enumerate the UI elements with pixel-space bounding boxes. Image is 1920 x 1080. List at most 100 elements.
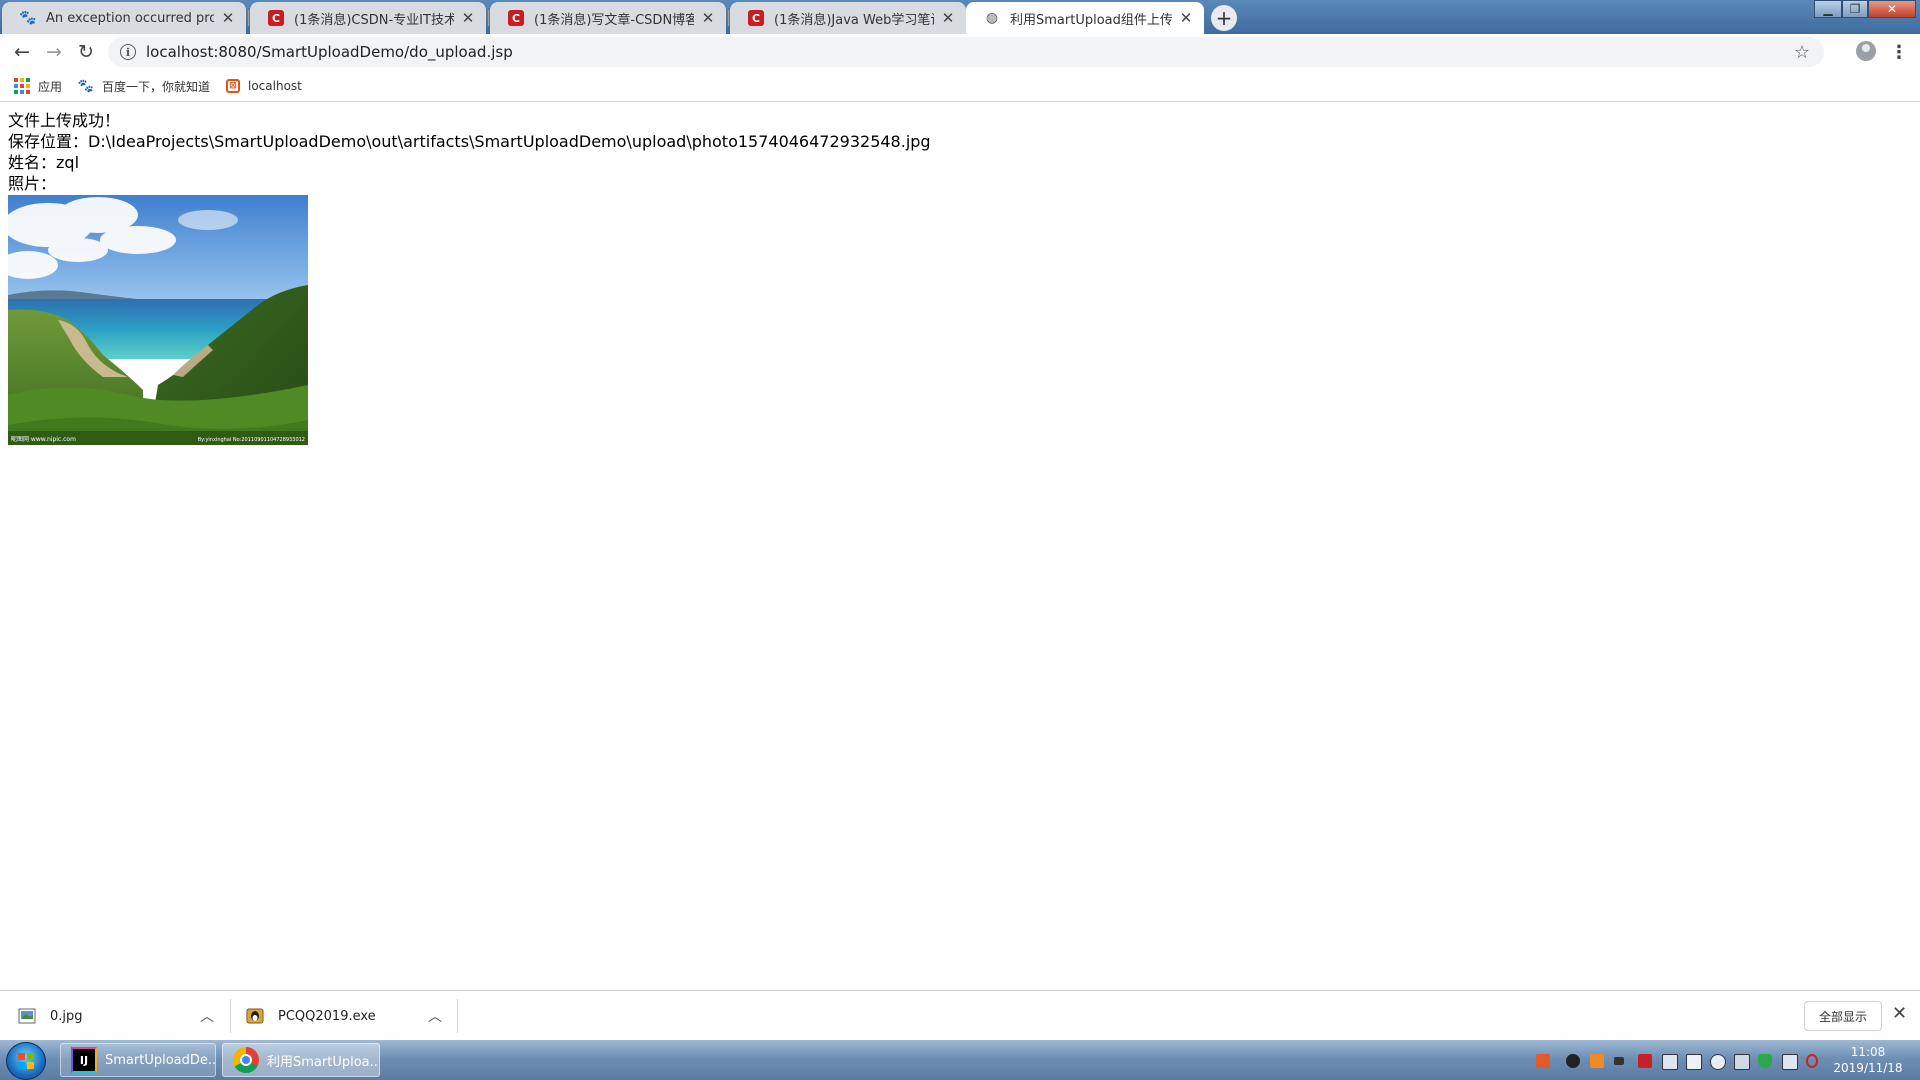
- bookmark-label: localhost: [248, 79, 302, 93]
- info-icon[interactable]: i: [120, 44, 136, 60]
- new-tab-button[interactable]: +: [1211, 5, 1237, 31]
- app-tray-icon[interactable]: [1590, 1054, 1604, 1068]
- show-all-downloads-button[interactable]: 全部显示: [1804, 1001, 1882, 1031]
- taskbar-item-intellij[interactable]: IJ SmartUploadDe...: [60, 1043, 216, 1077]
- page-content: 文件上传成功！ 保存位置：D:\IdeaProjects\SmartUpload…: [8, 110, 931, 194]
- bookmarks-bar: 应用 🐾 百度一下，你就知道 ⊠ localhost: [0, 70, 1920, 102]
- uploaded-photo: 昵图网 www.nipic.com By:yinxinghai No:20110…: [8, 195, 308, 445]
- bookmark-apps[interactable]: 应用: [14, 76, 62, 96]
- forward-button[interactable]: →: [42, 40, 66, 64]
- qq-tray-icon[interactable]: [1566, 1054, 1580, 1068]
- tab-smartupload[interactable]: ◍ 利用SmartUpload组件上传文件 ✕: [966, 2, 1204, 34]
- download-separator: [230, 999, 231, 1033]
- windows-logo-icon: [18, 1053, 34, 1069]
- taskbar-item-label: SmartUploadDe...: [105, 1052, 216, 1068]
- close-icon[interactable]: ✕: [700, 9, 716, 27]
- keyboard-tray-icon[interactable]: [1614, 1057, 1624, 1065]
- browser-toolbar: ← → ↻ i ☆ ⋮: [0, 34, 1920, 70]
- tab-separator: [728, 10, 729, 26]
- download-shelf: 0.jpg ︿ PCQQ2019.exe ︿ 全部显示 ✕: [0, 990, 1920, 1040]
- save-location-value: D:\IdeaProjects\SmartUploadDemo\out\arti…: [88, 132, 931, 151]
- reload-icon: ↻: [78, 41, 94, 63]
- localhost-icon: ⊠: [226, 79, 240, 93]
- baidu-paw-icon: 🐾: [77, 78, 95, 94]
- minimize-icon: ▁: [1823, 2, 1833, 16]
- tab-java-web-notes[interactable]: C (1条消息)Java Web学习笔记09 ✕: [730, 2, 966, 34]
- download-filename: PCQQ2019.exe: [278, 1008, 376, 1024]
- display-tray-icon[interactable]: [1734, 1054, 1750, 1070]
- photo-watermark-left: 昵图网 www.nipic.com: [11, 436, 76, 443]
- close-icon: ✕: [1886, 2, 1898, 16]
- qq-installer-icon: [246, 1008, 264, 1024]
- arrow-right-icon: →: [46, 41, 62, 63]
- bookmark-baidu[interactable]: 🐾 百度一下，你就知道: [78, 76, 210, 96]
- url-input[interactable]: [146, 43, 1646, 61]
- csdn-icon: C: [748, 10, 764, 26]
- intellij-icon: IJ: [71, 1047, 97, 1073]
- csdn-icon: C: [268, 10, 284, 26]
- clock-time: 11:08: [1850, 1045, 1886, 1059]
- tab-csdn-community[interactable]: C (1条消息)CSDN-专业IT技术社区 ✕: [250, 2, 486, 34]
- chevron-up-icon[interactable]: ︿: [200, 1006, 214, 1026]
- minimize-button[interactable]: ▁: [1814, 0, 1842, 18]
- baidu-paw-icon: 🐾: [19, 10, 37, 26]
- close-icon[interactable]: ✕: [1892, 1003, 1907, 1024]
- save-location-label: 保存位置：: [8, 132, 89, 151]
- close-icon[interactable]: ✕: [940, 9, 956, 27]
- download-item-exe[interactable]: PCQQ2019.exe ︿: [246, 991, 446, 1041]
- restore-icon: ❐: [1849, 2, 1861, 16]
- success-message: 文件上传成功！: [8, 111, 121, 130]
- profile-avatar-icon[interactable]: [1856, 41, 1876, 61]
- monitor-tray-icon[interactable]: [1782, 1054, 1798, 1070]
- sogou-ime-icon[interactable]: [1536, 1054, 1550, 1068]
- back-button[interactable]: ←: [10, 40, 34, 64]
- system-clock[interactable]: 11:08 2019/11/18: [1822, 1044, 1914, 1076]
- tab-title: (1条消息)CSDN-专业IT技术社区: [294, 12, 454, 28]
- tab-title: 利用SmartUpload组件上传文件: [1010, 12, 1172, 28]
- reload-button[interactable]: ↻: [74, 40, 98, 64]
- close-icon[interactable]: ✕: [460, 9, 476, 27]
- chevron-up-icon[interactable]: ︿: [428, 1006, 442, 1026]
- security-shield-icon[interactable]: [1758, 1054, 1772, 1068]
- red-tray-icon[interactable]: [1638, 1054, 1652, 1068]
- photo-watermark-right: By:yinxinghai No:20110901104728933012: [198, 437, 305, 443]
- bookmark-localhost[interactable]: ⊠ localhost: [226, 76, 302, 96]
- download-separator: [457, 999, 458, 1033]
- maximize-button[interactable]: ❐: [1842, 0, 1868, 18]
- bookmark-star-icon[interactable]: ☆: [1794, 42, 1810, 63]
- browser-tab-strip: 🐾 An exception occurred proces ✕ C (1条消息…: [0, 0, 1920, 34]
- tab-exception[interactable]: 🐾 An exception occurred proces ✕: [2, 2, 246, 34]
- coastal-landscape-image: 昵图网 www.nipic.com By:yinxinghai No:20110…: [8, 195, 308, 445]
- menu-kebab-icon[interactable]: ⋮: [1890, 40, 1908, 64]
- volume-muted-icon[interactable]: [1806, 1054, 1818, 1068]
- tab-separator: [488, 10, 489, 26]
- taskbar-item-chrome[interactable]: 利用SmartUploa...: [222, 1043, 380, 1077]
- name-value: zql: [56, 153, 80, 172]
- download-filename: 0.jpg: [50, 1008, 83, 1024]
- tab-title: An exception occurred proces: [46, 10, 214, 26]
- bookmark-label: 百度一下，你就知道: [102, 79, 211, 94]
- tab-title: (1条消息)Java Web学习笔记09: [774, 12, 934, 28]
- image-file-icon: [18, 1008, 36, 1024]
- address-bar[interactable]: i ☆: [108, 37, 1824, 67]
- apps-grid-icon: [14, 78, 30, 94]
- arrow-left-icon: ←: [14, 41, 30, 63]
- csdn-icon: C: [508, 10, 524, 26]
- start-button[interactable]: [6, 1042, 46, 1080]
- network-tray-icon[interactable]: [1662, 1054, 1678, 1070]
- close-icon[interactable]: ✕: [220, 9, 236, 27]
- close-icon[interactable]: ✕: [1178, 9, 1194, 27]
- windows-taskbar: IJ SmartUploadDe... 利用SmartUploa... 11:0…: [0, 1040, 1920, 1080]
- window-tray-icon[interactable]: [1686, 1054, 1702, 1070]
- chrome-icon: [233, 1047, 259, 1073]
- save-location-line: 保存位置：D:\IdeaProjects\SmartUploadDemo\out…: [8, 131, 931, 152]
- clock-date: 2019/11/18: [1833, 1061, 1903, 1075]
- window-close-button[interactable]: ✕: [1868, 0, 1916, 18]
- tab-csdn-write[interactable]: C (1条消息)写文章-CSDN博客 ✕: [490, 2, 726, 34]
- download-item-jpg[interactable]: 0.jpg ︿: [18, 991, 218, 1041]
- plus-icon: +: [1215, 6, 1233, 30]
- taskbar-item-label: 利用SmartUploa...: [267, 1054, 380, 1070]
- shield-tray-icon[interactable]: [1710, 1054, 1726, 1070]
- name-line: 姓名：zql: [8, 152, 931, 173]
- name-label: 姓名：: [8, 153, 57, 172]
